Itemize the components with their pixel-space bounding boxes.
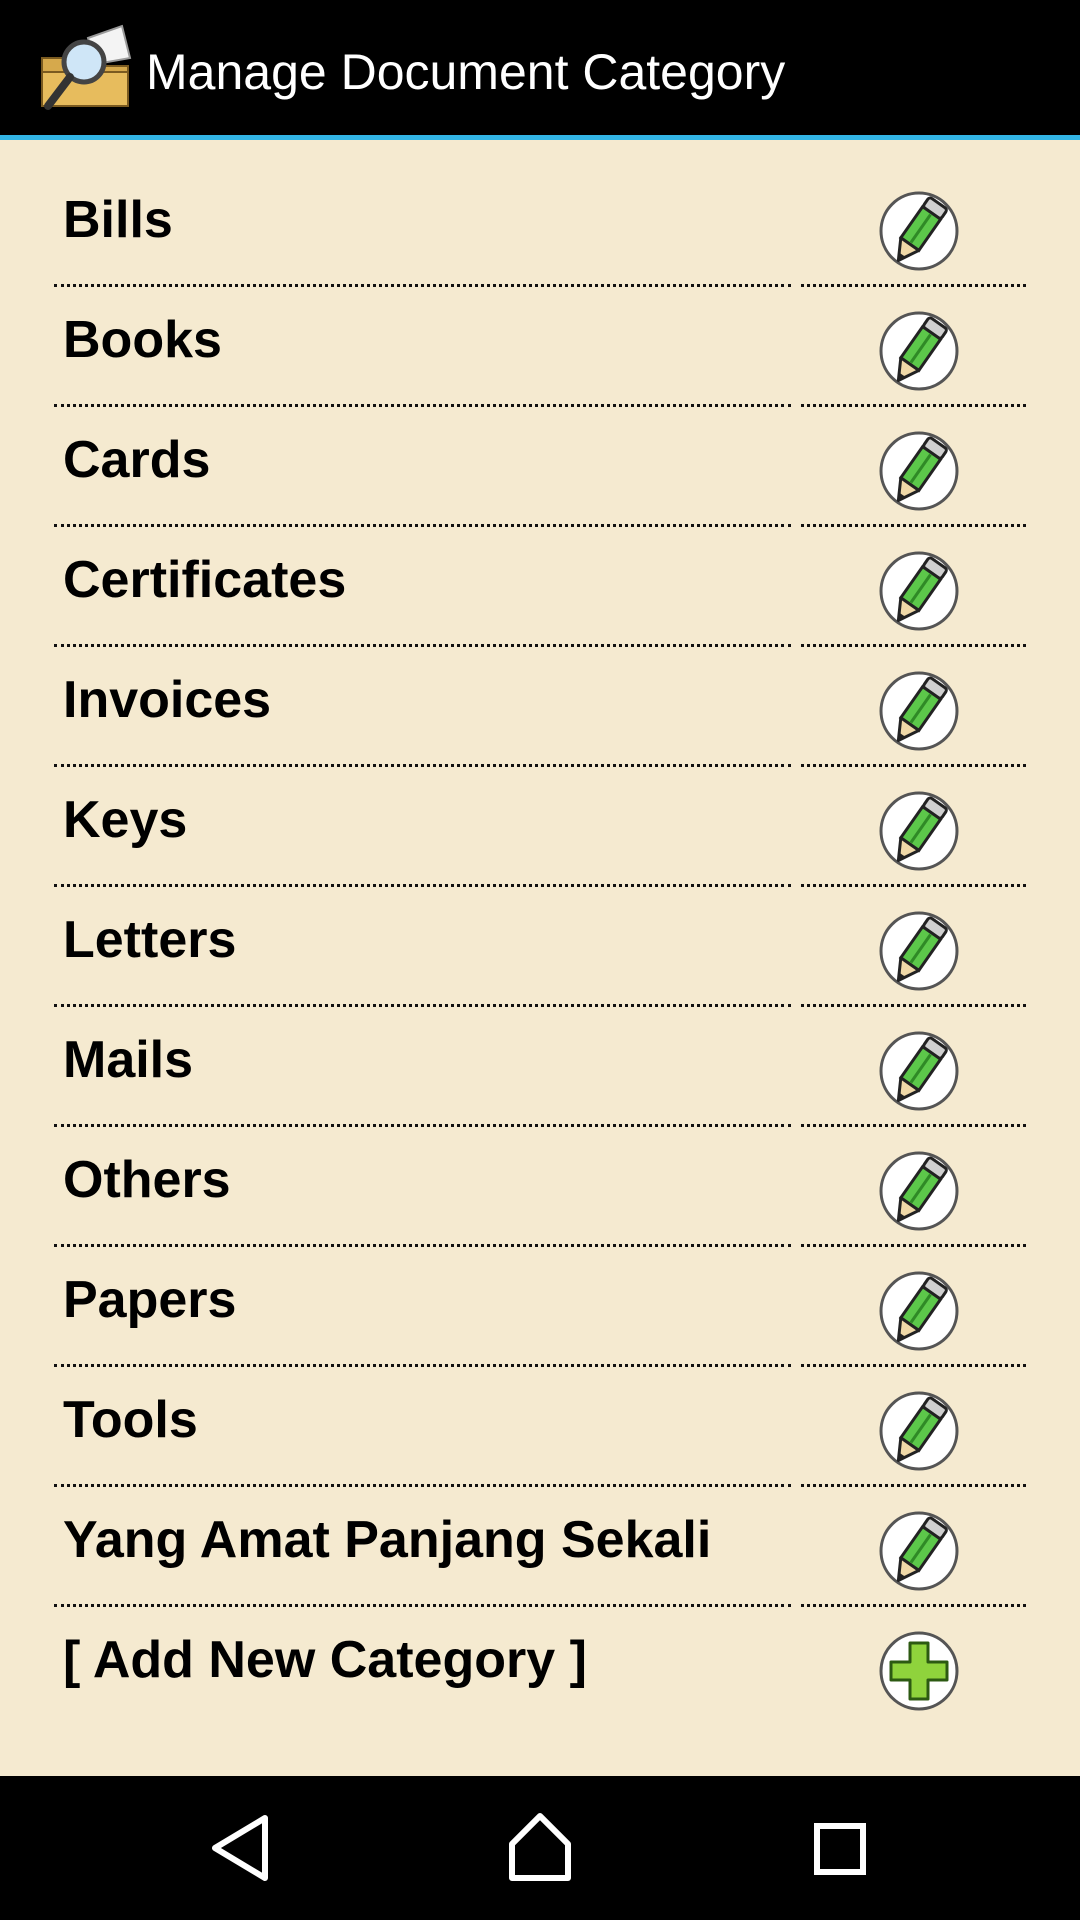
category-row[interactable]: Letters — [0, 864, 1080, 1007]
category-row[interactable]: Yang Amat Panjang Sekali — [0, 1464, 1080, 1607]
edit-pencil-icon[interactable] — [877, 549, 961, 633]
category-label: Bills — [63, 191, 173, 249]
category-label: Yang Amat Panjang Sekali — [63, 1511, 712, 1569]
add-plus-icon[interactable] — [877, 1629, 961, 1713]
category-label: Others — [63, 1151, 231, 1209]
edit-pencil-icon[interactable] — [877, 429, 961, 513]
edit-pencil-icon[interactable] — [877, 309, 961, 393]
category-row[interactable]: Invoices — [0, 624, 1080, 767]
category-label: Books — [63, 311, 222, 369]
category-row[interactable]: Bills — [0, 144, 1080, 287]
category-row[interactable]: Books — [0, 264, 1080, 407]
edit-pencil-icon[interactable] — [877, 189, 961, 273]
category-label: Certificates — [63, 551, 347, 609]
category-row[interactable]: Tools — [0, 1344, 1080, 1487]
category-label: Tools — [63, 1391, 198, 1449]
category-label: Invoices — [63, 671, 272, 729]
folder-magnifier-icon — [41, 24, 132, 110]
edit-pencil-icon[interactable] — [877, 1029, 961, 1113]
category-label: Keys — [63, 791, 188, 849]
category-label: Cards — [63, 431, 211, 489]
category-label: Mails — [63, 1031, 194, 1089]
title-bar: Manage Document Category — [0, 0, 1080, 140]
edit-pencil-icon[interactable] — [877, 1389, 961, 1473]
category-row[interactable]: Papers — [0, 1224, 1080, 1367]
edit-pencil-icon[interactable] — [877, 1149, 961, 1233]
category-label: Papers — [63, 1271, 237, 1329]
edit-pencil-icon[interactable] — [877, 789, 961, 873]
edit-pencil-icon[interactable] — [877, 909, 961, 993]
back-icon[interactable] — [191, 1798, 291, 1898]
edit-pencil-icon[interactable] — [877, 1269, 961, 1353]
edit-pencil-icon[interactable] — [877, 669, 961, 753]
category-label: Letters — [63, 911, 237, 969]
category-row[interactable]: Mails — [0, 984, 1080, 1127]
category-row[interactable]: Others — [0, 1104, 1080, 1247]
recents-icon[interactable] — [790, 1798, 890, 1898]
navigation-bar — [0, 1776, 1080, 1920]
title-bar-divider — [0, 135, 1080, 140]
add-category-row[interactable]: [ Add New Category ] — [0, 1584, 1080, 1711]
home-icon[interactable] — [490, 1798, 590, 1898]
add-category-label: [ Add New Category ] — [63, 1631, 587, 1689]
edit-pencil-icon[interactable] — [877, 1509, 961, 1593]
page-title: Manage Document Category — [146, 44, 786, 100]
category-row[interactable]: Cards — [0, 384, 1080, 527]
category-row[interactable]: Keys — [0, 744, 1080, 887]
category-row[interactable]: Certificates — [0, 504, 1080, 647]
